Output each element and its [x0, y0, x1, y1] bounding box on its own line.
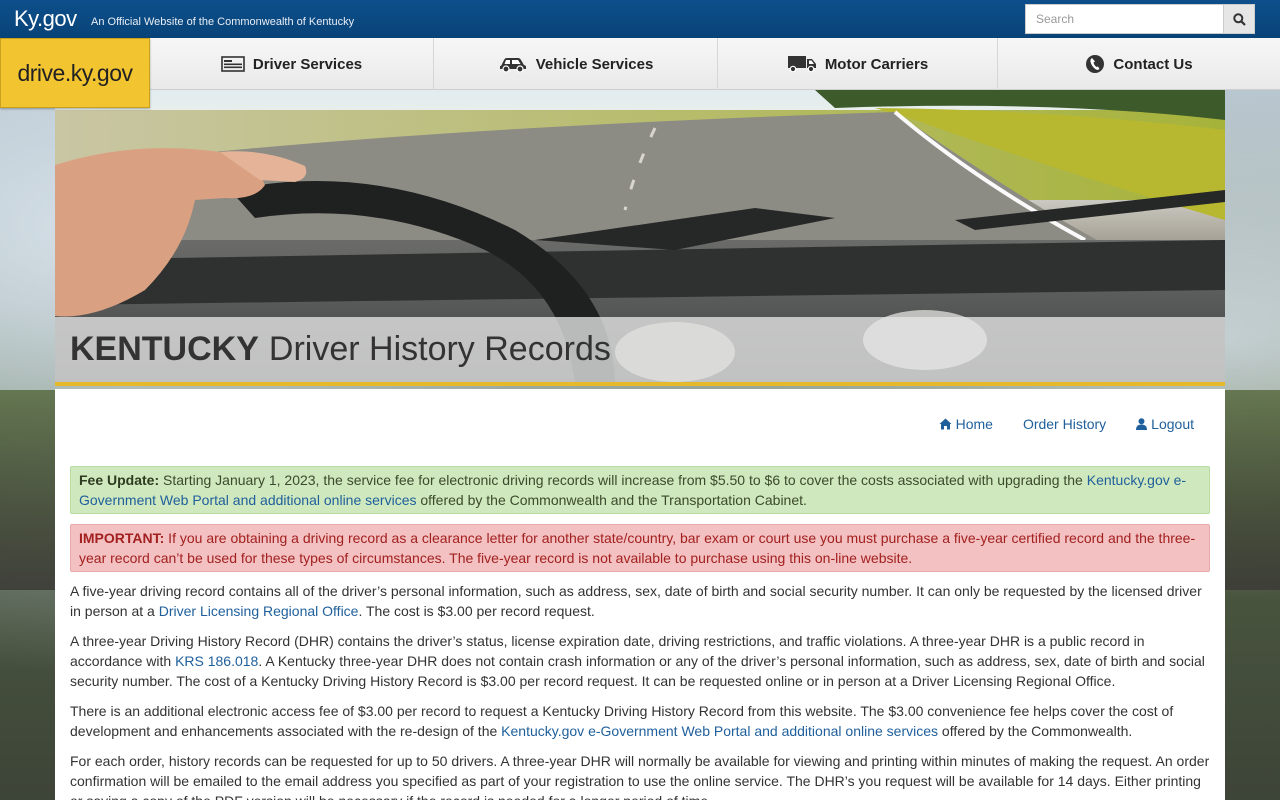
nav-motor-carriers[interactable]: Motor Carriers [718, 38, 998, 90]
nav-label: Motor Carriers [824, 55, 929, 73]
drive-kygov-logo[interactable]: drive.ky.gov [0, 38, 150, 108]
fee-update-text-end: offered by the Commonwealth and the Tran… [416, 492, 807, 508]
search-input[interactable] [1025, 4, 1223, 34]
important-text: If you are obtaining a driving record as… [79, 530, 1196, 566]
fee-update-text: Starting January 1, 2023, the service fe… [159, 472, 1087, 488]
regional-office-link[interactable]: Driver Licensing Regional Office [159, 603, 359, 619]
nav-label: Vehicle Services [535, 55, 654, 73]
nav-label: Contact Us [1113, 55, 1193, 73]
user-icon [1136, 418, 1148, 430]
truck-icon [787, 56, 816, 73]
access-fee-paragraph: There is an additional electronic access… [70, 701, 1210, 741]
nav-contact-us[interactable]: Contact Us [998, 38, 1280, 90]
important-notice: IMPORTANT: If you are obtaining a drivin… [70, 524, 1210, 572]
home-link[interactable]: Home [939, 416, 993, 432]
order-history-link[interactable]: Order History [1023, 416, 1106, 432]
fee-update-label: Fee Update: [79, 472, 160, 488]
official-tagline: An Official Website of the Commonwealth … [91, 16, 355, 28]
search-button[interactable] [1223, 4, 1255, 34]
paragraph-text: . The cost is $3.00 per record request. [358, 603, 595, 619]
logout-label: Logout [1151, 416, 1194, 432]
search-icon [1232, 12, 1246, 26]
nav-vehicle-services[interactable]: Vehicle Services [434, 38, 718, 90]
id-card-icon [221, 56, 245, 72]
account-nav: Home Order History Logout [939, 416, 1194, 432]
order-info-paragraph: For each order, history records can be r… [70, 753, 1210, 800]
home-icon [939, 418, 952, 430]
phone-icon [1086, 55, 1105, 73]
state-header-bar: Ky.gov An Official Website of the Common… [0, 0, 1280, 38]
nav-label: Driver Services [252, 55, 363, 73]
page-title-rest: Driver History Records [268, 330, 611, 368]
paragraph-text: offered by the Commonwealth. [938, 723, 1133, 739]
five-year-record-paragraph: A five-year driving record contains all … [70, 581, 1210, 621]
krs-link[interactable]: KRS 186.018 [175, 653, 258, 669]
three-year-dhr-paragraph: A three-year Driving History Record (DHR… [70, 631, 1210, 691]
search-form [1025, 4, 1255, 34]
nav-driver-services[interactable]: Driver Services [150, 38, 434, 90]
main-content: Home Order History Logout Fee Update: St… [55, 389, 1225, 800]
kygov-link[interactable]: Ky.gov [14, 6, 77, 32]
page-title-bold: KENTUCKY [70, 330, 259, 368]
logout-link[interactable]: Logout [1136, 416, 1194, 432]
egov-portal-link-2[interactable]: Kentucky.gov e-Government Web Portal and… [501, 723, 938, 739]
important-label: IMPORTANT: [79, 530, 165, 546]
page-title: KENTUCKY Driver History Records [55, 317, 1225, 386]
hero-banner: KENTUCKY Driver History Records [55, 90, 1225, 386]
logo-text: drive.ky.gov [17, 59, 133, 86]
home-link-label: Home [955, 416, 993, 432]
fee-update-notice: Fee Update: Starting January 1, 2023, th… [70, 466, 1210, 514]
order-history-label: Order History [1022, 416, 1107, 432]
car-icon [499, 58, 526, 73]
